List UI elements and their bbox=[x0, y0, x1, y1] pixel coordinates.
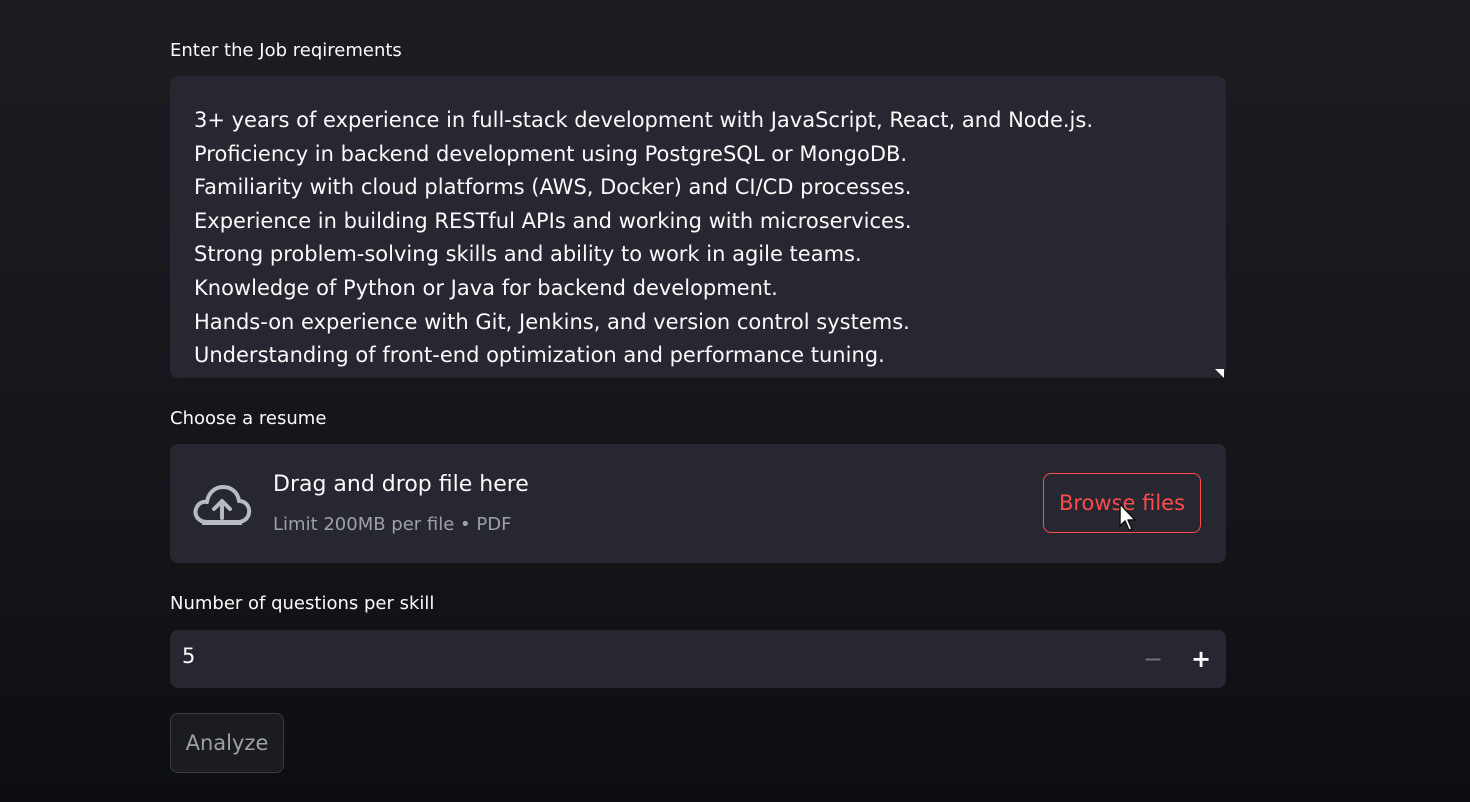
resume-label: Choose a resume bbox=[170, 408, 327, 429]
file-dropzone[interactable]: Drag and drop file here Limit 200MB per … bbox=[170, 444, 1226, 563]
dropzone-hint: Limit 200MB per file • PDF bbox=[273, 514, 512, 535]
requirement-line: Experience in building RESTful APIs and … bbox=[194, 208, 912, 233]
increment-button[interactable]: + bbox=[1177, 630, 1225, 688]
questions-number-input[interactable]: 5 − + bbox=[170, 630, 1226, 688]
questions-value[interactable]: 5 bbox=[182, 644, 195, 668]
job-requirements-label: Enter the Job reqirements bbox=[170, 40, 402, 61]
requirement-line: Proficiency in backend development using… bbox=[194, 141, 908, 166]
job-requirements-textarea[interactable]: 3+ years of experience in full-stack dev… bbox=[170, 76, 1226, 378]
requirement-line: Understanding of front-end optimization … bbox=[194, 343, 885, 368]
resize-handle-icon[interactable] bbox=[1215, 369, 1224, 378]
questions-label: Number of questions per skill bbox=[170, 593, 435, 614]
mouse-cursor-icon bbox=[1119, 503, 1136, 531]
analyze-button[interactable]: Analyze bbox=[170, 713, 284, 773]
dropzone-title: Drag and drop file here bbox=[273, 472, 529, 497]
decrement-button[interactable]: − bbox=[1129, 630, 1177, 688]
requirement-line: Knowledge of Python or Java for backend … bbox=[194, 275, 778, 300]
requirement-line: Strong problem-solving skills and abilit… bbox=[194, 242, 862, 267]
requirement-line: 3+ years of experience in full-stack dev… bbox=[194, 108, 1094, 132]
cloud-upload-icon bbox=[193, 485, 252, 525]
requirement-line: Hands-on experience with Git, Jenkins, a… bbox=[194, 309, 910, 334]
app-page: Enter the Job reqirements 3+ years of ex… bbox=[0, 0, 1470, 802]
requirement-line: Familiarity with cloud platforms (AWS, D… bbox=[194, 175, 912, 200]
